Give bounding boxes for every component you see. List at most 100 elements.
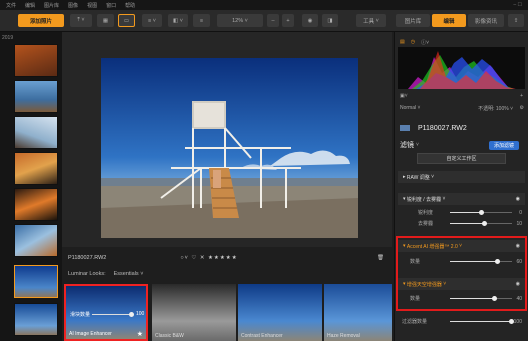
menu-help[interactable]: 帮助 (125, 2, 135, 9)
look-ai-image-enhancer[interactable]: 滑块数量 100 AI Image Enhancer ★ (64, 284, 148, 341)
sharpness-label: 锐利度 (418, 210, 434, 216)
overall-amount-label: 过滤器数量 (402, 319, 428, 325)
look-name: Classic B&W (155, 333, 184, 339)
layer-tools: ▤ ◷ ⓘ˅ (398, 38, 525, 46)
menu-edit[interactable]: 编辑 (25, 2, 35, 9)
zoom-select[interactable]: 12% ˅ (217, 14, 263, 27)
add-photos-button[interactable]: 添加照片 (18, 14, 64, 27)
eye-icon[interactable]: ◉ (302, 14, 318, 27)
add-filter-button[interactable]: 添加滤镜 (488, 140, 519, 150)
export-icon[interactable]: ⤒ ˅ (70, 14, 92, 27)
thumbnail[interactable] (14, 152, 58, 185)
layers-icon[interactable]: ▤ (400, 39, 405, 45)
filmstrip-year: 2019 (2, 35, 14, 41)
tab-library[interactable]: 图片库 (396, 14, 430, 27)
window-controls[interactable]: – ☐ (513, 2, 522, 8)
thumbnail[interactable] (14, 224, 58, 257)
file-thumb-icon (400, 125, 410, 131)
blend-mode-value: Normal (400, 105, 417, 111)
menu-library[interactable]: 图片库 (44, 2, 59, 9)
zoom-in-icon[interactable]: + (282, 14, 294, 27)
ai-sky-amount-value: 40 (516, 295, 522, 302)
layer-select[interactable]: ▣˅ (400, 93, 408, 99)
section-accent-ai[interactable]: ▾ Accent AI 增强器™ 2.0 ˅ ◉ (398, 240, 525, 252)
toolbar: 添加照片 ⤒ ˅ ▦ ▭ ≡ ˅ ◧ ˅ ≡ 12% ˅ – + ◉ ◨ 工具 … (0, 10, 528, 32)
accent-amount-label: 数量 (410, 259, 421, 265)
custom-workspace-button[interactable]: 自定义工作区 (417, 152, 506, 164)
opacity-select[interactable]: 不透明: 100% ˅ (478, 105, 513, 112)
layer-settings-icon[interactable]: ⚙ (520, 105, 524, 111)
visibility-icon[interactable]: ◉ (516, 243, 520, 249)
grid-view-icon[interactable]: ▦ (97, 14, 114, 27)
dehaze-value: 10 (516, 220, 522, 227)
info-icon[interactable]: ⓘ˅ (421, 39, 429, 46)
favorite-star-icon[interactable]: ★ (137, 330, 143, 338)
add-layer-icon[interactable]: + (520, 93, 523, 99)
tools-label: 工具 (363, 18, 375, 25)
tools-button[interactable]: 工具 ˅ (356, 14, 386, 27)
blend-mode-select[interactable]: Normal ˅ (400, 105, 420, 111)
look-classic-bw[interactable]: Classic B&W (152, 284, 236, 341)
filters-header: 滤镜 ˅ 添加滤镜 (398, 140, 525, 150)
menu-file[interactable]: 文件 (6, 2, 16, 9)
trash-icon[interactable]: 🗑 (377, 255, 384, 261)
thumbnail[interactable] (14, 80, 58, 113)
look-name: Contrast Enhancer (241, 333, 283, 339)
compare-icon[interactable]: ◧ ˅ (168, 14, 188, 27)
filter-icon[interactable]: ≡ ˅ (142, 14, 162, 27)
dehaze-slider[interactable] (450, 221, 512, 226)
menu-window[interactable]: 窗口 (106, 2, 116, 9)
single-view-icon[interactable]: ▭ (118, 14, 135, 27)
look-amount-slider[interactable] (92, 312, 134, 317)
visibility-icon[interactable]: ◉ (516, 281, 520, 287)
look-haze-removal[interactable]: Haze Removal (324, 284, 392, 341)
section-raw-label: RAW 调整 (406, 174, 430, 181)
thumbnail[interactable] (14, 116, 58, 149)
sharpness-slider[interactable] (450, 210, 512, 215)
dehaze-row: 去雾霾 10 (398, 220, 525, 228)
section-accent-label: Accent AI 增强器™ 2.0 (406, 243, 458, 250)
visibility-icon[interactable]: ◉ (516, 196, 520, 202)
overall-amount-slider[interactable] (450, 319, 514, 324)
thumbnail-selected[interactable] (14, 265, 58, 298)
panel-file-name: P1180027.RW2 (418, 124, 467, 132)
filters-menu-icon[interactable]: ˅ (416, 142, 419, 148)
look-slider-value: 100 (136, 311, 145, 317)
dehaze-label: 去雾霾 (418, 221, 434, 227)
menu-image[interactable]: 图像 (68, 2, 78, 9)
main-photo[interactable] (101, 58, 358, 238)
file-row: P1180027.RW2 (398, 123, 525, 133)
looks-category: Essentials (113, 271, 139, 277)
ai-sky-amount-slider[interactable] (450, 296, 512, 301)
section-sharpness[interactable]: ▾ 锐利度 / 去雾霾 ˅ ◉ (398, 193, 525, 205)
look-contrast-enhancer[interactable]: Contrast Enhancer (238, 284, 322, 341)
image-info-bar: P1180027.RW2 ○˅ ♡ ✕ ★★★★★ 🗑 (62, 250, 392, 266)
presets-icon[interactable]: ≡ (193, 14, 210, 27)
split-view-icon[interactable]: ◨ (322, 14, 338, 27)
histogram (398, 47, 525, 89)
section-raw[interactable]: ▸ RAW 调整 ˅ (398, 171, 525, 183)
history-icon[interactable]: ◷ (411, 39, 415, 45)
filmstrip: 2019 (0, 32, 62, 341)
accent-amount-slider[interactable] (450, 259, 512, 264)
section-sharpness-label: 锐利度 / 去雾霾 (406, 196, 442, 203)
section-ai-sky-label: 增强天空增强器 (406, 281, 442, 288)
section-ai-sky[interactable]: ▾ 增强天空增强器 ˅ ◉ (398, 278, 525, 290)
ai-sky-amount-label: 数量 (410, 296, 421, 302)
share-icon[interactable]: ⇪ (508, 14, 524, 27)
look-name: AI Image Enhancer (69, 331, 112, 337)
thumbnail[interactable] (14, 303, 58, 336)
thumbnail[interactable] (14, 188, 58, 221)
overall-amount-value: 100 (513, 318, 522, 325)
look-slider-label: 滑块数量 (70, 312, 91, 318)
accent-amount-value: 60 (516, 258, 522, 265)
ai-sky-amount-row: 数量 40 (398, 295, 525, 303)
tab-edit[interactable]: 编辑 (432, 14, 466, 27)
tab-info[interactable]: 影像资讯 (468, 14, 504, 27)
accent-amount-row: 数量 60 (398, 258, 525, 266)
rating-controls[interactable]: ○˅ ♡ ✕ ★★★★★ (180, 255, 237, 261)
menu-view[interactable]: 视图 (87, 2, 97, 9)
zoom-out-icon[interactable]: – (267, 14, 279, 27)
looks-category-select[interactable]: Essentials ˅ (114, 271, 144, 277)
thumbnail[interactable] (14, 44, 58, 77)
